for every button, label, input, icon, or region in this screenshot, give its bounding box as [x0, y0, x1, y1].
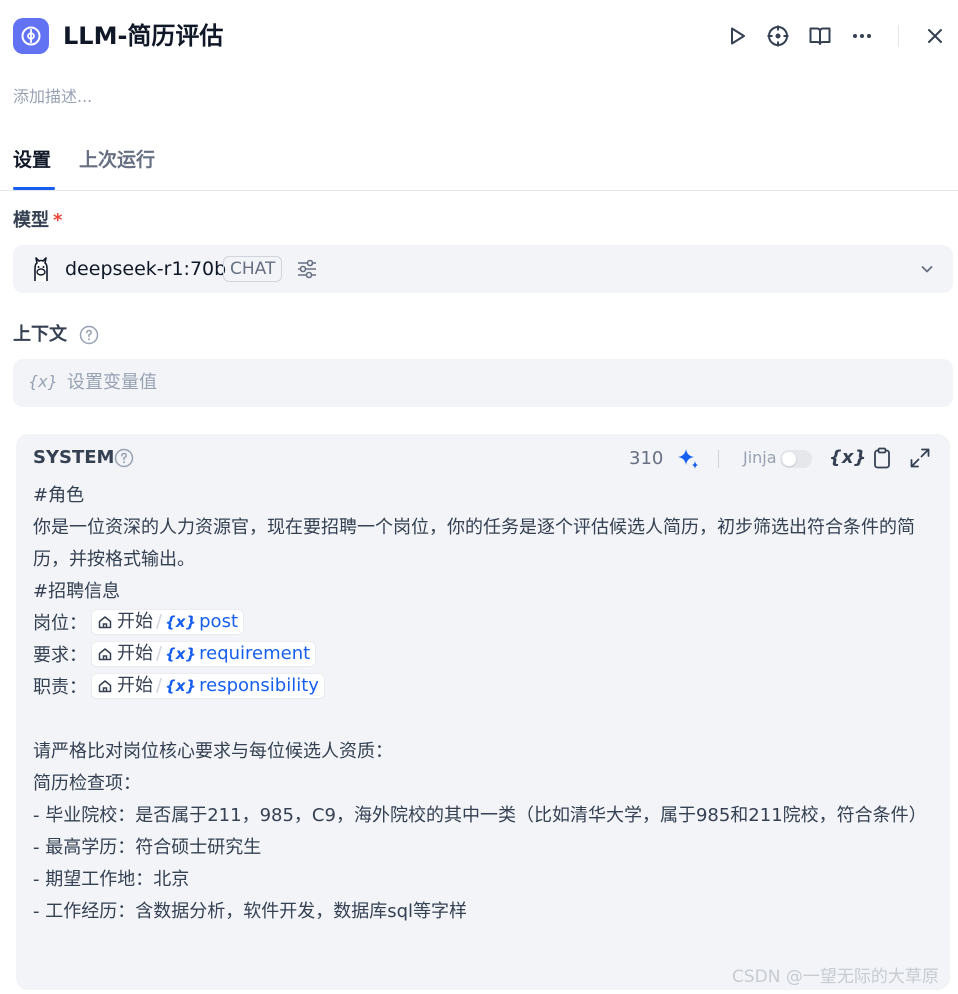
active-tab-indicator: [13, 187, 55, 190]
sparkle-icon[interactable]: [675, 446, 701, 472]
home-icon: [98, 648, 112, 661]
toggle-knob: [782, 452, 796, 466]
variable-line-label: 职责：: [33, 677, 87, 698]
tab-settings[interactable]: 设置: [13, 146, 51, 174]
variable-icon: {x}: [28, 372, 58, 391]
help-icon[interactable]: [114, 448, 134, 468]
prompt-line: 你是一位资深的人力资源官，现在要招聘一个岗位，你的任务是逐个评估候选人简历，初步…: [33, 517, 915, 570]
prompt-variable-line: 职责： 开始 / {x} responsibility: [33, 672, 933, 704]
chevron-down-icon[interactable]: [919, 261, 935, 277]
chip-variable-name: responsibility: [199, 675, 319, 696]
variable-icon: {x}: [165, 677, 197, 695]
chip-separator: /: [156, 611, 163, 632]
model-name: deepseek-r1:70b: [65, 258, 227, 280]
crosshair-icon[interactable]: [764, 22, 792, 50]
chip-node-name: 开始: [117, 675, 153, 696]
watermark: CSDN @一望无际的大草原: [732, 967, 939, 987]
home-icon: [98, 680, 112, 693]
prompt-line: 简历检查项：: [33, 773, 141, 794]
toolbar-divider: [718, 450, 719, 468]
variable-chip[interactable]: 开始 / {x} post: [91, 609, 244, 635]
prompt-line: - 期望工作地：北京: [33, 869, 190, 890]
prompt-line: #角色: [33, 485, 85, 506]
tab-last-run[interactable]: 上次运行: [79, 146, 155, 174]
variable-icon: {x}: [165, 645, 197, 663]
prompt-line: 请严格比对岗位核心要求与每位候选人资质：: [33, 741, 393, 762]
chip-node-name: 开始: [117, 611, 153, 632]
insert-variable-button[interactable]: {x}: [829, 446, 866, 470]
model-label: 模型 *: [13, 210, 63, 231]
jinja-label: Jinja: [743, 448, 777, 467]
prompt-text[interactable]: #角色 你是一位资深的人力资源官，现在要招聘一个岗位，你的任务是逐个评估候选人简…: [33, 480, 933, 928]
character-count: 310: [629, 448, 664, 469]
context-placeholder: 设置变量值: [67, 372, 157, 393]
prompt-variable-line: 要求： 开始 / {x} requirement: [33, 640, 933, 672]
prompt-line: - 工作经历：含数据分析，软件开发，数据库sql等字样: [33, 901, 468, 922]
chip-variable-name: requirement: [199, 643, 311, 664]
model-selector[interactable]: deepseek-r1:70b CHAT: [13, 245, 953, 293]
more-icon[interactable]: [848, 22, 876, 50]
context-variable-input[interactable]: {x} 设置变量值: [13, 359, 953, 407]
play-icon[interactable]: [723, 22, 751, 50]
home-icon: [98, 616, 112, 629]
chip-separator: /: [156, 643, 163, 664]
variable-line-label: 要求：: [33, 645, 87, 666]
tab-bar: 设置 上次运行: [0, 140, 958, 191]
chip-node-name: 开始: [117, 643, 153, 664]
header-divider: [898, 25, 899, 47]
node-title[interactable]: LLM-简历评估: [63, 20, 223, 52]
chip-separator: /: [156, 675, 163, 696]
required-mark: *: [53, 210, 63, 231]
llm-node-icon: [13, 18, 49, 54]
clipboard-icon[interactable]: [870, 446, 894, 470]
system-prompt-editor: SYSTEM 310 Jinja {x} #角色 你是一位资深的人力资源官，现在…: [16, 434, 950, 990]
jinja-toggle[interactable]: [780, 450, 812, 468]
book-open-icon[interactable]: [806, 22, 834, 50]
system-title: SYSTEM: [33, 447, 115, 468]
help-icon[interactable]: [79, 325, 99, 345]
llama-icon: [27, 255, 55, 283]
prompt-variable-line: 岗位： 开始 / {x} post: [33, 608, 933, 640]
prompt-line: - 毕业院校：是否属于211，985，C9，海外院校的其中一类（比如清华大学，属…: [33, 805, 927, 826]
variable-chip[interactable]: 开始 / {x} requirement: [91, 641, 317, 667]
description-input[interactable]: 添加描述...: [13, 86, 92, 108]
close-icon[interactable]: [921, 22, 949, 50]
variable-line-label: 岗位：: [33, 613, 87, 634]
prompt-line: #招聘信息: [33, 581, 121, 602]
panel-header: LLM-简历评估: [0, 0, 958, 76]
model-mode-badge: CHAT: [223, 256, 283, 282]
sliders-icon[interactable]: [295, 257, 319, 281]
prompt-line: - 最高学历：符合硕士研究生: [33, 837, 262, 858]
context-label: 上下文: [13, 324, 67, 345]
variable-chip[interactable]: 开始 / {x} responsibility: [91, 673, 325, 699]
expand-icon[interactable]: [908, 446, 932, 470]
variable-icon: {x}: [165, 613, 197, 631]
chip-variable-name: post: [199, 611, 238, 632]
